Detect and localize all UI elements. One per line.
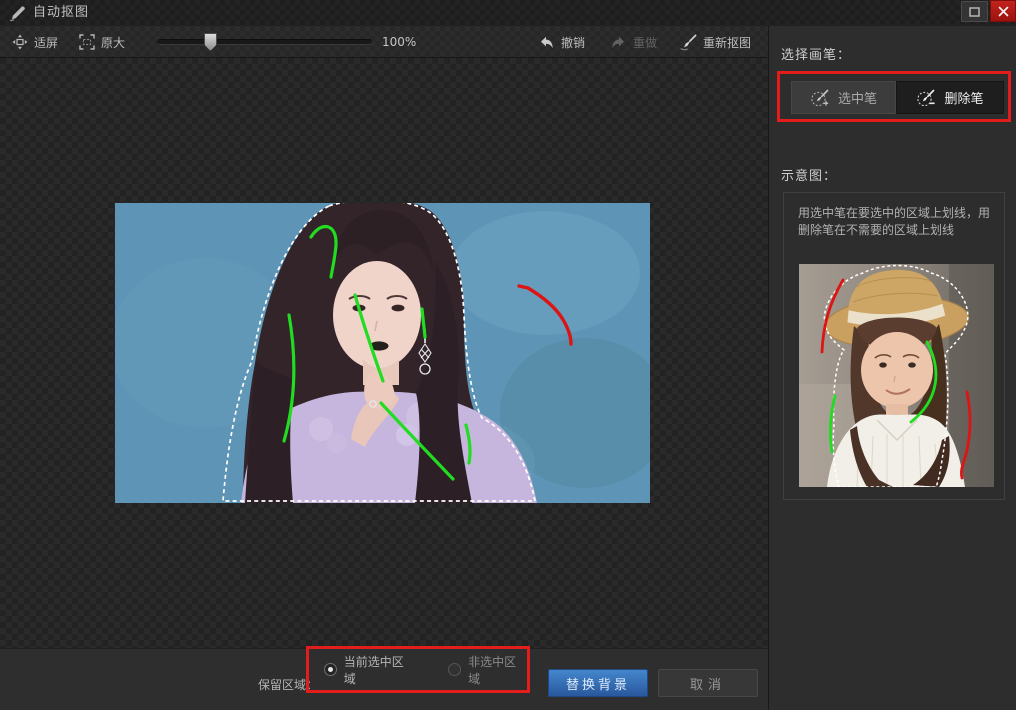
recut-label: 重新抠图 [703,34,751,51]
radio-non-selected-label: 非选中区域 [468,653,527,687]
window-title: 自动抠图 [33,0,89,26]
undo-button[interactable]: 撤销 [538,26,585,58]
redo-label: 重做 [633,34,657,51]
redo-icon [610,35,627,50]
fit-screen-icon [12,34,28,50]
radio-non-selected-region[interactable]: 非选中区域 [448,653,527,687]
bottom-bar: 保留区域： 当前选中区域 非选中区域 替换背景 取消 [0,648,768,710]
delete-pen-brush-minus-icon [916,89,936,107]
original-size-button[interactable]: 原大 [79,26,125,58]
canvas-image[interactable] [115,203,650,503]
delete-pen-button[interactable]: 删除笔 [896,81,1004,114]
maximize-icon [969,7,980,17]
undo-icon [538,35,555,50]
maximize-button[interactable] [961,1,988,22]
instruction-text: 用选中笔在要选中的区域上划线，用删除笔在不需要的区域上划线 [784,193,1004,239]
original-size-label: 原大 [101,34,125,51]
example-section-label: 示意图： [781,165,837,184]
select-pen-button[interactable]: 选中笔 [791,81,896,114]
right-panel: 选择画笔： 选中笔 删除笔 示意 [768,26,1016,710]
editing-canvas[interactable] [0,58,768,648]
zoom-percentage: 100% [382,26,416,58]
recut-brush-icon [680,34,697,51]
zoom-slider[interactable] [157,26,372,58]
radio-current-selected-region[interactable]: 当前选中区域 [324,653,414,687]
brush-section-label: 选择画笔： [781,44,851,63]
cutout-brush-icon [9,4,27,26]
close-button[interactable] [990,0,1016,22]
window-controls [961,0,1016,24]
undo-label: 撤销 [561,34,585,51]
title-bar: 自动抠图 [0,0,1016,26]
original-size-icon [79,34,95,50]
replace-background-button[interactable]: 替换背景 [548,669,648,697]
auto-cutout-dialog: 自动抠图 适屏 [0,0,1016,710]
close-icon [998,6,1009,17]
radio-selected-icon[interactable] [324,663,337,676]
radio-unselected-icon[interactable] [448,663,461,676]
brush-highlight-box: 选中笔 删除笔 [777,71,1011,122]
radio-current-label: 当前选中区域 [344,653,415,687]
toolbar: 适屏 原大 100% 撤销 重做 [0,26,768,58]
select-pen-label: 选中笔 [838,88,877,107]
recut-button[interactable]: 重新抠图 [680,26,751,58]
example-image [799,264,994,487]
delete-pen-label: 删除笔 [944,88,983,107]
redo-button[interactable]: 重做 [610,26,657,58]
cancel-button[interactable]: 取消 [658,669,758,697]
fit-screen-button[interactable]: 适屏 [12,26,58,58]
select-pen-brush-plus-icon [810,89,830,107]
zoom-slider-track[interactable] [157,39,372,45]
keep-region-label: 保留区域： [230,676,318,693]
region-highlight-box: 当前选中区域 非选中区域 [306,646,530,693]
zoom-slider-thumb[interactable] [204,33,217,51]
example-box: 用选中笔在要选中的区域上划线，用删除笔在不需要的区域上划线 [783,192,1005,500]
fit-screen-label: 适屏 [34,34,58,51]
